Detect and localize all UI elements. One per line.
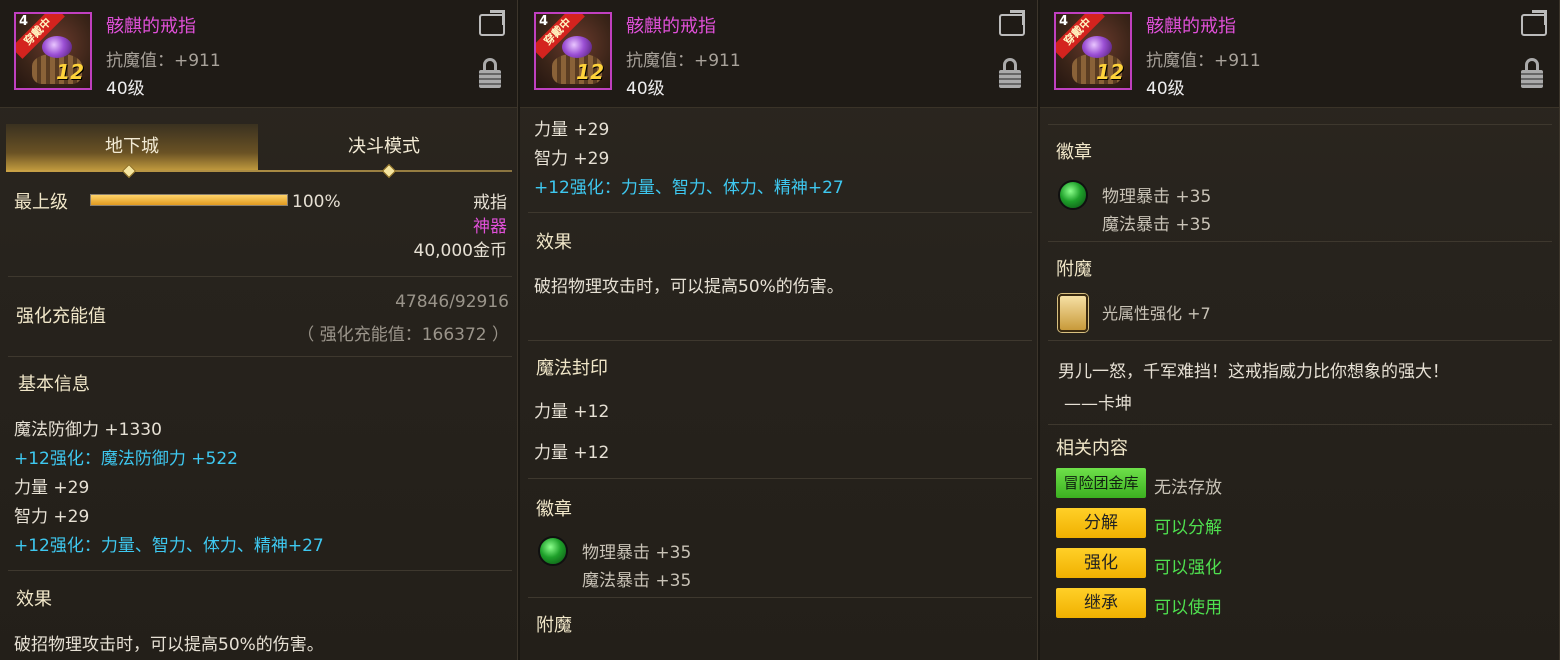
- tooltip-header: 穿戴中 4 12 骸麒的戒指 抗魔值：+911 40级: [0, 0, 517, 108]
- enhance-button[interactable]: 强化: [1056, 548, 1146, 578]
- guild-storage-button[interactable]: 冒险团金库: [1056, 468, 1146, 498]
- tab-dungeon[interactable]: 地下城: [6, 124, 258, 172]
- share-icon[interactable]: [999, 14, 1025, 36]
- effect-text: 破招物理攻击时，可以提高50%的伤害。: [14, 635, 324, 655]
- charge-total: （ 强化充能值：166372 ）: [297, 325, 509, 345]
- charge-label: 强化充能值: [16, 306, 106, 327]
- mode-tabs: 地下城 决斗模式: [6, 124, 512, 179]
- inherit-status: 可以使用: [1154, 598, 1222, 618]
- item-level: 40级: [106, 79, 145, 99]
- sell-price: 40,000金币: [413, 241, 507, 261]
- disassemble-status: 可以分解: [1154, 518, 1222, 538]
- grade-percent: 100%: [292, 192, 341, 212]
- lock-icon[interactable]: [999, 58, 1021, 88]
- effect-title: 效果: [536, 232, 572, 253]
- stat-line: 智力 +29: [534, 149, 610, 169]
- effect-title: 效果: [16, 589, 52, 610]
- item-name: 骸麒的戒指: [626, 16, 716, 37]
- ring-item-icon[interactable]: 穿戴中 4 12: [14, 12, 92, 90]
- green-emblem-icon[interactable]: [1058, 180, 1088, 210]
- grade-label: 最上级: [14, 192, 68, 213]
- stat-line-enhance: +12强化：力量、智力、体力、精神+27: [14, 536, 324, 556]
- enhance-level: 12: [1096, 60, 1124, 84]
- related-title: 相关内容: [1056, 438, 1128, 459]
- lock-icon[interactable]: [479, 58, 501, 88]
- enchant-title: 附魔: [536, 615, 572, 636]
- tooltip-header: 穿戴中 4 12 骸麒的戒指 抗魔值：+911 40级: [520, 0, 1037, 108]
- slot-type: 戒指: [473, 193, 507, 213]
- share-icon[interactable]: [479, 14, 505, 36]
- item-resist: 抗魔值：+911: [1146, 51, 1261, 71]
- emblem-line: 物理暴击 +35: [582, 543, 692, 563]
- green-emblem-icon[interactable]: [538, 536, 568, 566]
- corner-level: 4: [19, 14, 29, 29]
- grade-bar: [90, 194, 288, 206]
- item-resist: 抗魔值：+911: [626, 51, 741, 71]
- item-level: 40级: [626, 79, 665, 99]
- emblem-title: 徽章: [536, 499, 572, 520]
- enhance-level: 12: [576, 60, 604, 84]
- emblem-line: 魔法暴击 +35: [582, 571, 692, 591]
- stat-line-enhance: +12强化：魔法防御力 +522: [14, 449, 238, 469]
- flavor-author: ——卡坤: [1064, 394, 1132, 414]
- item-tooltip-panel-1: 穿戴中 4 12 骸麒的戒指 抗魔值：+911 40级 地下城 决斗模式 最上级…: [0, 0, 518, 660]
- enchant-text: 光属性强化 +7: [1102, 304, 1211, 323]
- disassemble-button[interactable]: 分解: [1056, 508, 1146, 538]
- ring-item-icon[interactable]: 穿戴中 4 12: [1054, 12, 1132, 90]
- corner-level: 4: [539, 14, 549, 29]
- grade-bar-fill: [91, 195, 287, 205]
- inherit-button[interactable]: 继承: [1056, 588, 1146, 618]
- effect-text: 破招物理攻击时，可以提高50%的伤害。: [534, 277, 844, 297]
- lock-icon[interactable]: [1521, 58, 1543, 88]
- ring-item-icon[interactable]: 穿戴中 4 12: [534, 12, 612, 90]
- emblem-title: 徽章: [1056, 142, 1092, 163]
- item-name: 骸麒的戒指: [106, 16, 196, 37]
- enchant-title: 附魔: [1056, 259, 1092, 280]
- corner-level: 4: [1059, 14, 1069, 29]
- item-level: 40级: [1146, 79, 1185, 99]
- stat-line: 魔法防御力 +1330: [14, 420, 162, 440]
- flavor-text: 男儿一怒，千军难挡！这戒指威力比你想象的强大！: [1058, 362, 1449, 382]
- item-resist: 抗魔值：+911: [106, 51, 221, 71]
- enchant-card-icon[interactable]: [1058, 294, 1088, 332]
- enhance-status: 可以强化: [1154, 558, 1222, 578]
- rarity: 神器: [473, 217, 507, 237]
- charge-value: 47846/92916: [395, 292, 509, 312]
- item-tooltip-panel-2: 穿戴中 4 12 骸麒的戒指 抗魔值：+911 40级 力量 +29 智力 +2…: [520, 0, 1038, 660]
- item-tooltip-panel-3: 穿戴中 4 12 骸麒的戒指 抗魔值：+911 40级 徽章 物理暴击 +35 …: [1040, 0, 1560, 660]
- enhance-level: 12: [56, 60, 84, 84]
- seal-line: 力量 +12: [534, 443, 610, 463]
- tooltip-header: 穿戴中 4 12 骸麒的戒指 抗魔值：+911 40级: [1040, 0, 1559, 108]
- tab-pvp[interactable]: 决斗模式: [258, 124, 510, 172]
- seal-line: 力量 +12: [534, 402, 610, 422]
- emblem-line: 物理暴击 +35: [1102, 187, 1212, 207]
- share-icon[interactable]: [1521, 14, 1547, 36]
- seal-title: 魔法封印: [536, 358, 608, 379]
- basic-info-title: 基本信息: [18, 374, 90, 395]
- item-name: 骸麒的戒指: [1146, 16, 1236, 37]
- stat-line-enhance: +12强化：力量、智力、体力、精神+27: [534, 178, 844, 198]
- stat-line: 力量 +29: [534, 120, 610, 140]
- stat-line: 力量 +29: [14, 478, 90, 498]
- guild-storage-status: 无法存放: [1154, 478, 1222, 498]
- emblem-line: 魔法暴击 +35: [1102, 215, 1212, 235]
- stat-line: 智力 +29: [14, 507, 90, 527]
